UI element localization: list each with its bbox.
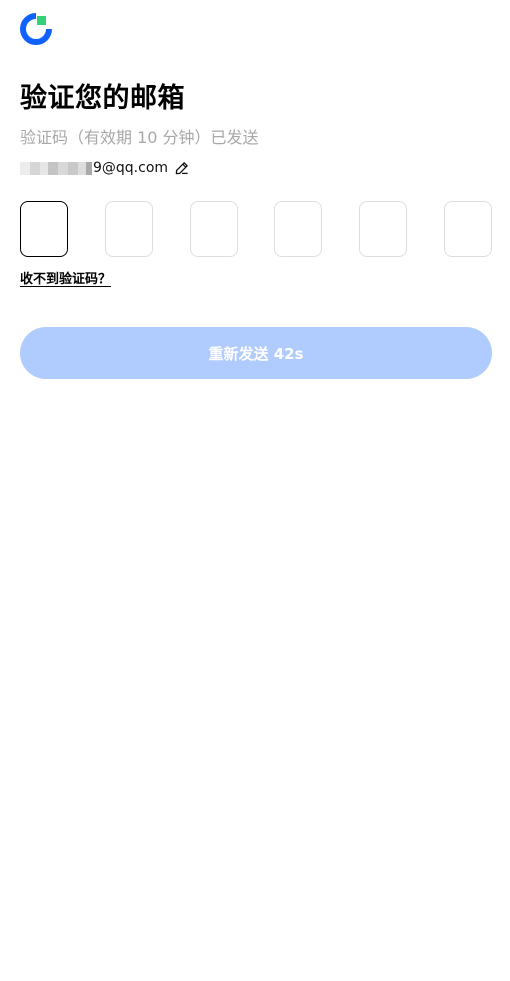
pencil-icon[interactable]	[175, 161, 189, 175]
page-title: 验证您的邮箱	[20, 83, 185, 114]
code-input-6[interactable]	[444, 201, 492, 257]
code-input-5[interactable]	[359, 201, 407, 257]
app-logo-icon	[20, 13, 52, 45]
code-input-group	[20, 201, 492, 257]
resend-button[interactable]: 重新发送 42s	[20, 327, 492, 379]
email-mask	[20, 161, 92, 175]
code-input-2[interactable]	[105, 201, 153, 257]
email-address: 9@qq.com	[93, 160, 169, 176]
no-code-link[interactable]: 收不到验证码？	[20, 271, 111, 289]
code-input-4[interactable]	[274, 201, 322, 257]
code-input-1[interactable]	[20, 201, 68, 257]
email-row: 9@qq.com	[20, 156, 189, 180]
code-input-3[interactable]	[190, 201, 238, 257]
page-subtitle: 验证码（有效期 10 分钟）已发送	[20, 128, 259, 147]
